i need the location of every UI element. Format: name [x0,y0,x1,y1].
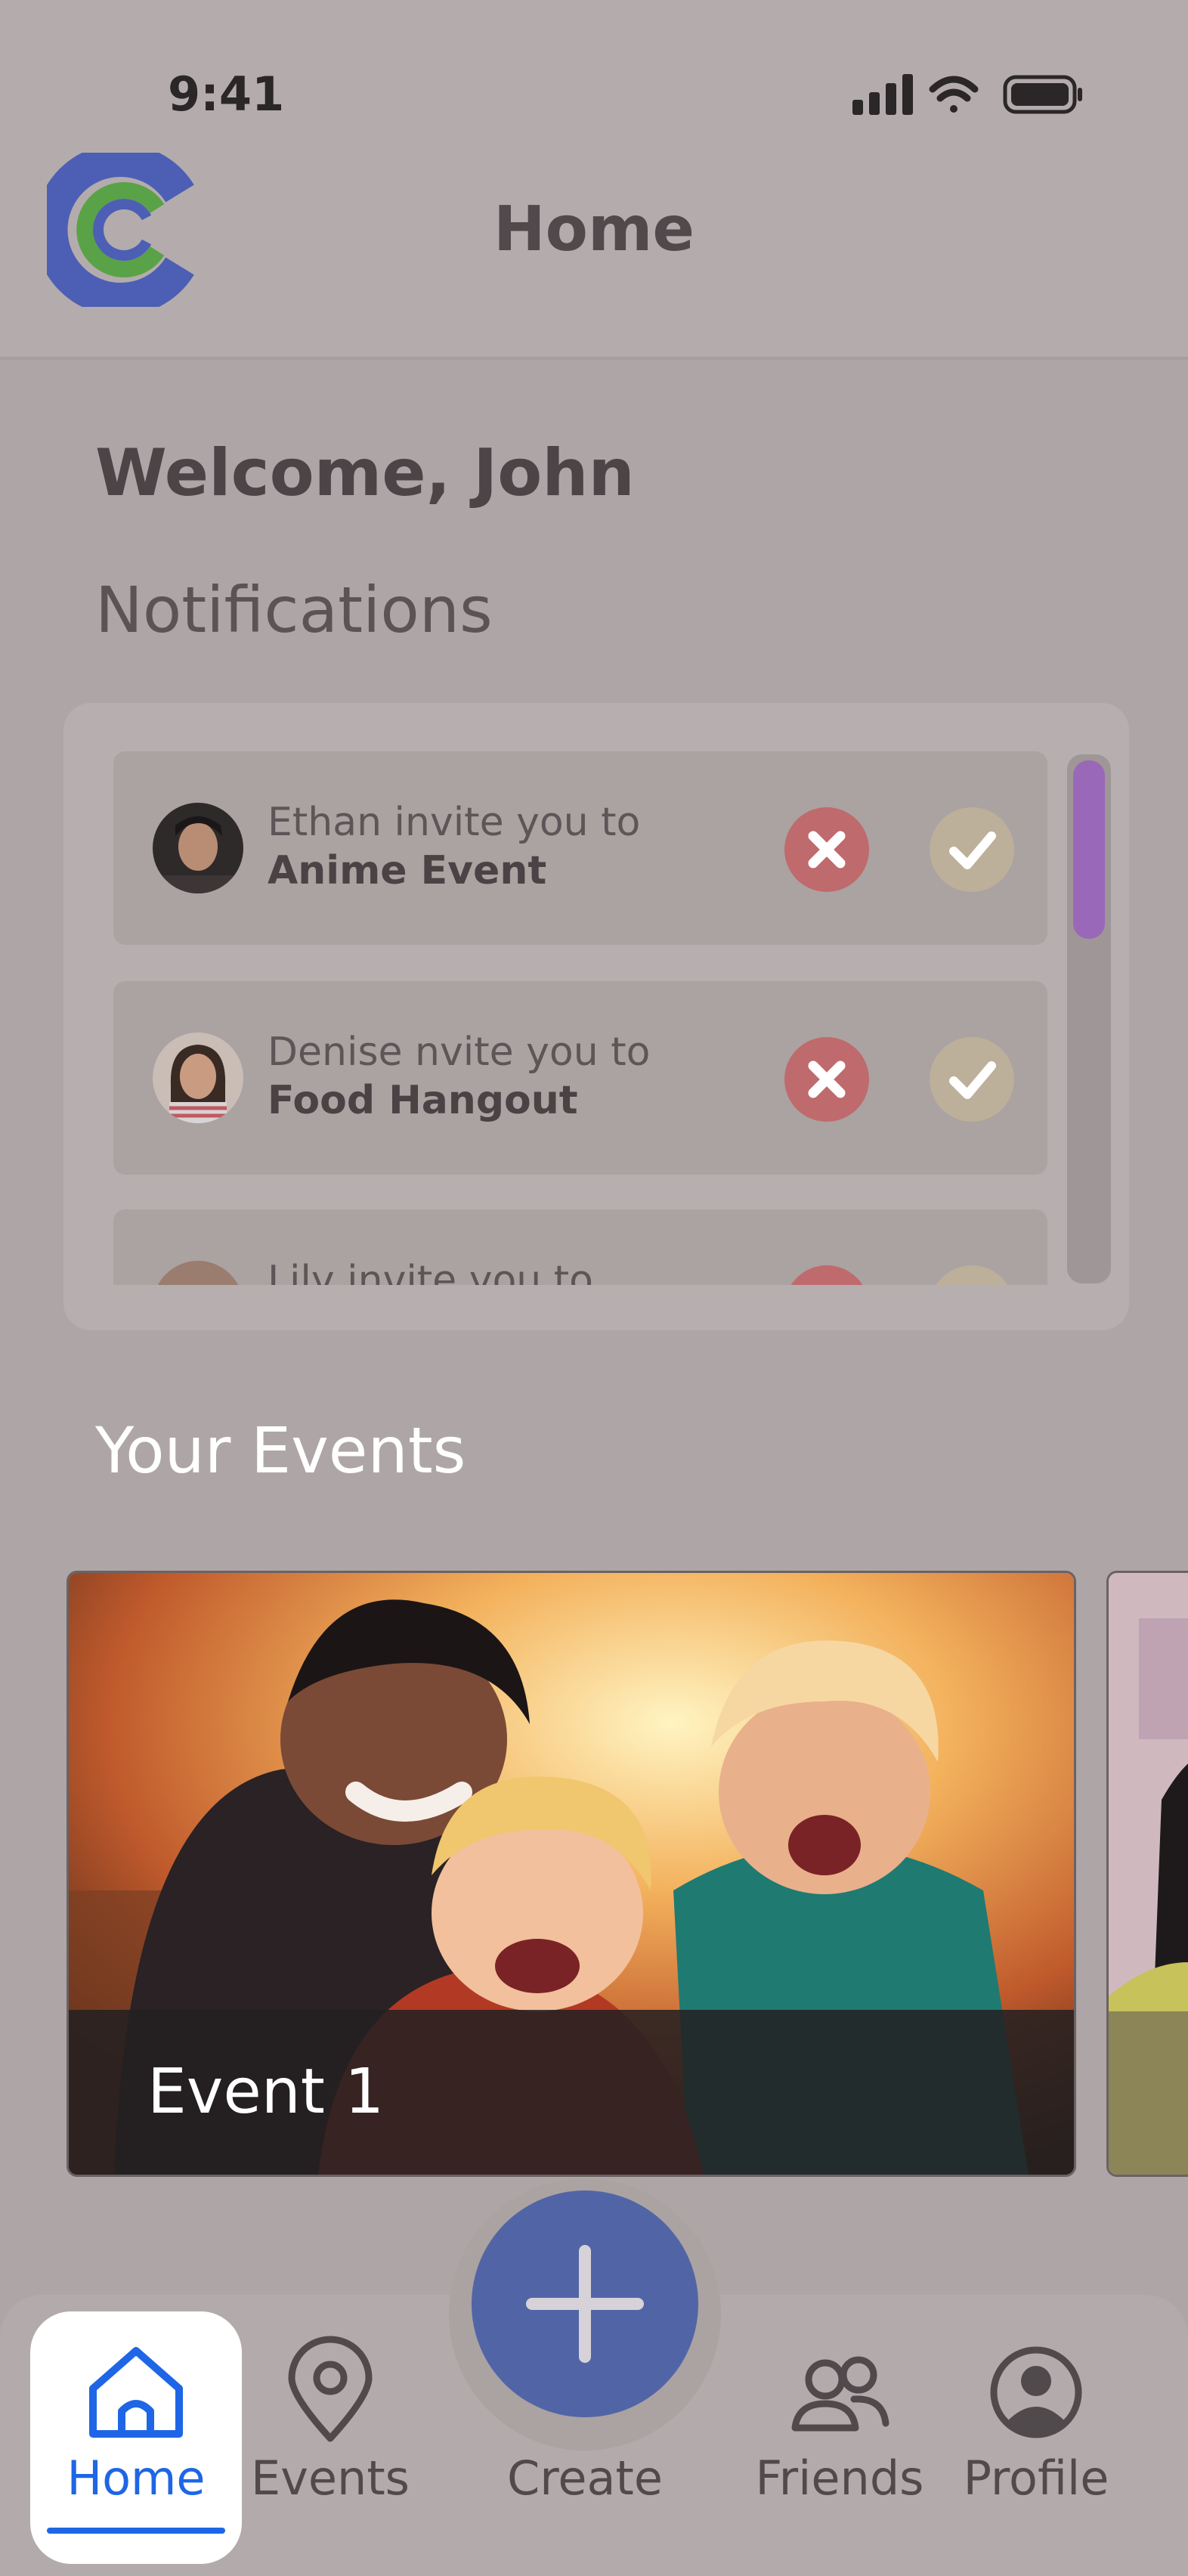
notifications-heading: Notifications [95,573,493,647]
nav-label-home: Home [67,2451,206,2506]
close-icon [808,1060,846,1098]
accept-button[interactable] [930,807,1014,892]
nav-label-events[interactable]: Events [224,2451,436,2506]
notification-text: Denise nvite you to [268,1029,651,1075]
event-card[interactable]: Event 1 [67,1571,1076,2177]
header-divider [0,357,1188,360]
nav-active-indicator [47,2528,225,2534]
decline-button[interactable] [784,1037,869,1122]
nav-label-friends[interactable]: Friends [734,2451,945,2506]
avatar [153,1033,243,1123]
check-icon [949,831,996,869]
plus-icon [526,2245,644,2363]
status-time: 9:41 [168,67,285,122]
accept-button[interactable] [930,1265,1014,1285]
avatar [153,1261,243,1285]
map-pin-icon[interactable] [274,2336,387,2449]
notification-item: Lily invite you to [113,1209,1047,1285]
decline-button[interactable] [784,1265,869,1285]
nav-label-create[interactable]: Create [479,2451,691,2506]
home-icon [89,2347,183,2438]
notification-event-name: Food Hangout [268,1078,578,1123]
cellular-signal-icon [852,74,913,115]
create-button[interactable] [472,2191,698,2417]
notification-item: Denise nvite you to Food Hangout [113,981,1047,1175]
scrollbar-thumb[interactable] [1073,760,1105,939]
battery-icon [1003,75,1082,114]
check-icon [949,1061,996,1099]
status-icons [852,74,1082,115]
page-title: Home [493,194,695,265]
friends-icon[interactable] [783,2336,896,2449]
event-title: Event 1 [147,2056,385,2128]
profile-icon[interactable] [979,2336,1093,2449]
nav-label-profile[interactable]: Profile [930,2451,1142,2506]
close-icon [808,831,846,868]
welcome-heading: Welcome, John [95,435,635,511]
notification-event-name: Anime Event [268,848,547,893]
notifications-list[interactable]: Ethan invite you to Anime Event Denise n… [113,751,1050,1285]
notification-text: Ethan invite you to [268,800,641,845]
event-card[interactable] [1106,1571,1188,2177]
notification-item: Ethan invite you to Anime Event [113,751,1047,945]
events-heading: Your Events [95,1413,466,1488]
notification-text: Lily invite you to [268,1258,593,1285]
avatar [153,803,243,893]
decline-button[interactable] [784,807,869,892]
accept-button[interactable] [930,1037,1014,1122]
wifi-icon [929,76,979,113]
event-label-bar: Event 1 [69,2010,1074,2175]
event-image [1109,1573,1188,2175]
